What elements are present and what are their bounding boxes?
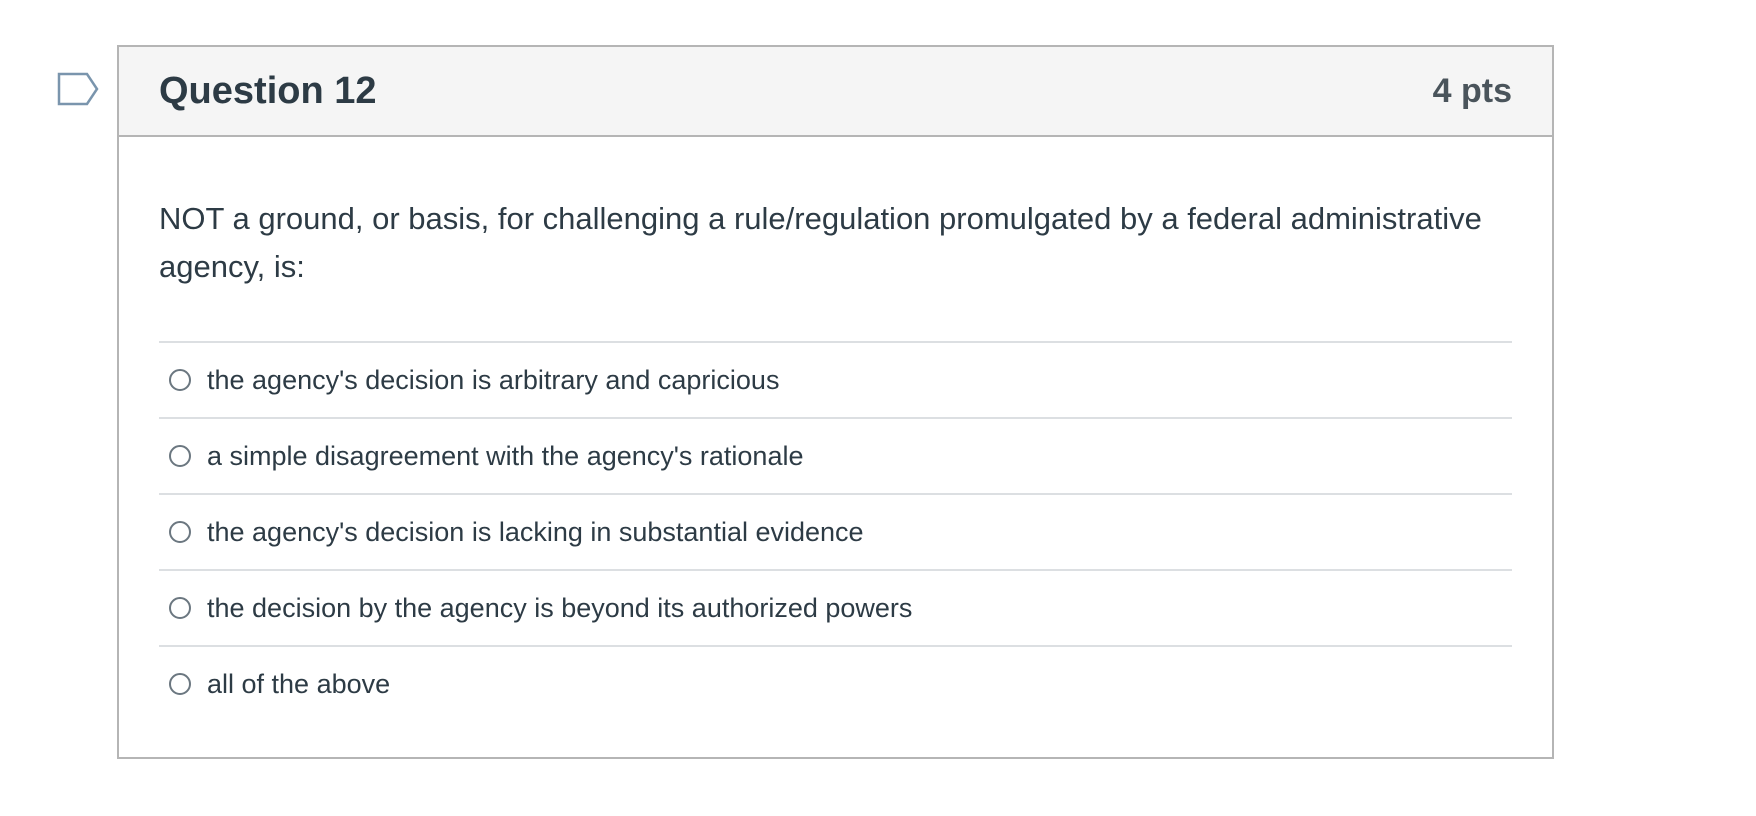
- answer-label: all of the above: [207, 668, 391, 699]
- answer-list: the agency's decision is arbitrary and c…: [159, 341, 1512, 721]
- answer-option[interactable]: a simple disagreement with the agency's …: [159, 417, 1512, 493]
- answer-option[interactable]: the agency's decision is arbitrary and c…: [159, 341, 1512, 417]
- answer-option[interactable]: the decision by the agency is beyond its…: [159, 569, 1512, 645]
- question-points: 4 pts: [1432, 71, 1512, 110]
- question-body: NOT a ground, or basis, for challenging …: [119, 137, 1552, 721]
- radio-button[interactable]: [169, 521, 191, 543]
- question-text: NOT a ground, or basis, for challenging …: [159, 201, 1482, 284]
- answer-option[interactable]: all of the above: [159, 645, 1512, 721]
- answer-label: the agency's decision is lacking in subs…: [207, 516, 864, 547]
- question-header: Question 12 4 pts: [119, 47, 1552, 137]
- radio-button[interactable]: [169, 445, 191, 467]
- radio-button[interactable]: [169, 597, 191, 619]
- answer-option[interactable]: the agency's decision is lacking in subs…: [159, 493, 1512, 569]
- radio-button[interactable]: [169, 369, 191, 391]
- answer-label: the decision by the agency is beyond its…: [207, 592, 913, 623]
- radio-button[interactable]: [169, 673, 191, 695]
- answer-label: the agency's decision is arbitrary and c…: [207, 364, 780, 395]
- answer-label: a simple disagreement with the agency's …: [207, 440, 804, 471]
- quiz-page: Question 12 4 pts NOT a ground, or basis…: [0, 0, 1756, 816]
- question-card: Question 12 4 pts NOT a ground, or basis…: [117, 45, 1554, 759]
- question-title: Question 12: [159, 69, 377, 112]
- flag-question-icon[interactable]: [57, 72, 101, 106]
